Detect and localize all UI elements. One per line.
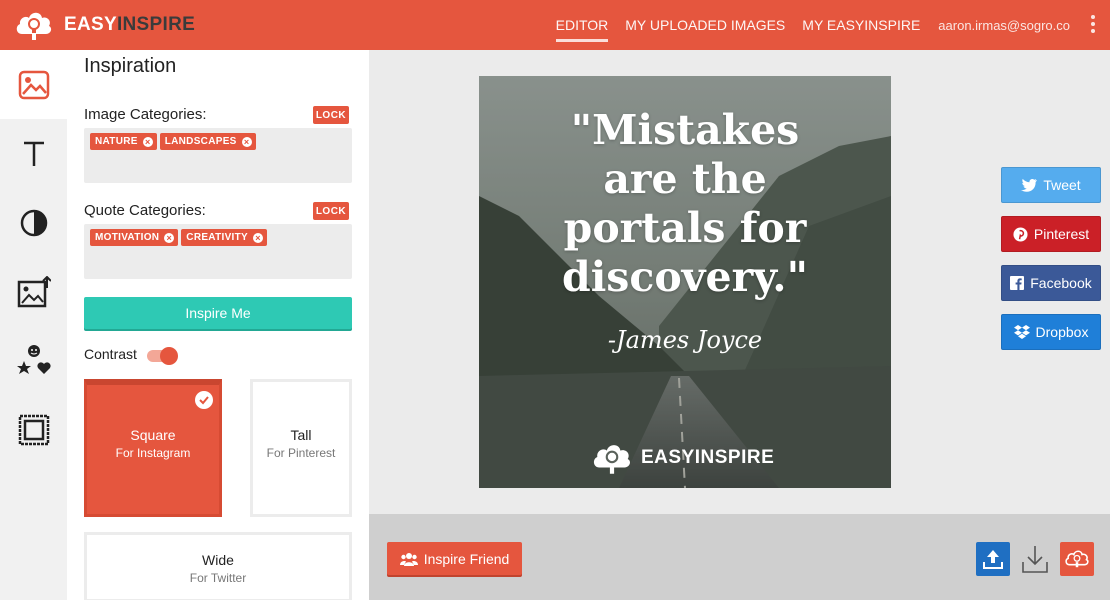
top-header: EASYINSPIRE EDITOR MY UPLOADED IMAGES MY…: [0, 0, 1110, 50]
dropbox-button[interactable]: Dropbox: [1001, 314, 1101, 350]
image-categories-lock-button[interactable]: LOCK: [313, 106, 349, 124]
download-button[interactable]: [1018, 542, 1052, 576]
remove-tag-icon[interactable]: ×: [164, 232, 175, 243]
quote-line: portals for: [563, 204, 807, 252]
tag-label: CREATIVITY: [186, 232, 249, 243]
check-icon: [195, 391, 213, 409]
dropbox-icon: [1013, 325, 1030, 339]
group-users-icon: [399, 552, 418, 566]
twitter-bird-icon: [1021, 178, 1038, 192]
user-email[interactable]: aaron.irmas@sogro.co: [938, 18, 1070, 33]
pinterest-label: Pinterest: [1033, 226, 1090, 242]
tool-contrast[interactable]: [0, 188, 67, 257]
facebook-button[interactable]: Facebook: [1001, 265, 1101, 301]
inspire-me-button[interactable]: Inspire Me: [84, 297, 352, 329]
quote-categories-label: Quote Categories:: [84, 202, 206, 219]
nav-my-easyinspire[interactable]: MY EASYINSPIRE: [802, 11, 920, 39]
save-to-easyinspire-button[interactable]: [1060, 542, 1094, 576]
size-tall-card[interactable]: Tall For Pinterest: [250, 379, 352, 517]
remove-tag-icon[interactable]: ×: [142, 136, 153, 147]
image-categories-input[interactable]: NATURE × LANDSCAPES ×: [84, 128, 352, 183]
watermark: EASYINSPIRE: [591, 438, 774, 478]
quote-line: "Mistakes: [570, 106, 800, 154]
remove-tag-icon[interactable]: ×: [253, 232, 264, 243]
text-icon: [23, 141, 44, 166]
tag-nature: NATURE ×: [90, 133, 157, 150]
quote-line: discovery.": [562, 253, 808, 301]
logo-text-bold: EASY: [64, 14, 117, 35]
bottom-toolbar: Inspire Friend: [369, 514, 1110, 600]
tag-label: MOTIVATION: [95, 232, 160, 243]
main-nav: EDITOR MY UPLOADED IMAGES MY EASYINSPIRE…: [539, 0, 1070, 50]
size-sub: For Twitter: [189, 571, 247, 585]
quote-categories-lock-button[interactable]: LOCK: [313, 202, 349, 220]
tool-upload-image[interactable]: [0, 257, 67, 326]
panel-title: Inspiration: [84, 55, 177, 77]
quote-categories-input[interactable]: MOTIVATION × CREATIVITY ×: [84, 224, 352, 279]
inspire-friend-button[interactable]: Inspire Friend: [387, 542, 522, 575]
size-sub: For Pinterest: [266, 446, 336, 460]
upload-button[interactable]: [976, 542, 1010, 576]
tag-label: NATURE: [95, 136, 138, 147]
stickers-icon: [16, 344, 51, 374]
tool-image[interactable]: [0, 50, 67, 119]
tag-label: LANDSCAPES: [164, 136, 237, 147]
tool-sidebar: [0, 50, 67, 600]
pinterest-icon: [1013, 226, 1028, 242]
dropbox-label: Dropbox: [1035, 324, 1089, 340]
quote-preview-image[interactable]: "Mistakes are the portals for discovery.…: [479, 76, 891, 488]
quote-line: are the: [603, 155, 767, 203]
size-name: Wide: [202, 552, 234, 568]
inspire-friend-label: Inspire Friend: [423, 550, 510, 567]
facebook-label: Facebook: [1030, 275, 1092, 291]
logo-text: EASYINSPIRE: [64, 14, 195, 36]
watermark-text: EASYINSPIRE: [641, 447, 775, 468]
cloud-bulb-icon: [1065, 550, 1089, 568]
remove-tag-icon[interactable]: ×: [241, 136, 252, 147]
nav-editor[interactable]: EDITOR: [555, 11, 608, 42]
size-square-card[interactable]: Square For Instagram: [84, 379, 222, 517]
tweet-label: Tweet: [1043, 177, 1081, 193]
quote-text: "Mistakes are the portals for discovery.…: [479, 106, 891, 302]
tool-text[interactable]: [0, 119, 67, 188]
contrast-label: Contrast: [84, 346, 137, 362]
canvas-area: "Mistakes are the portals for discovery.…: [369, 50, 1110, 514]
size-name: Tall: [290, 427, 312, 443]
upload-icon: [983, 550, 1003, 569]
tag-creativity: CREATIVITY ×: [181, 229, 268, 246]
size-name: Square: [130, 427, 176, 443]
inspiration-panel: Inspiration Image Categories: LOCK NATUR…: [67, 50, 369, 600]
pinterest-button[interactable]: Pinterest: [1001, 216, 1101, 252]
tool-frame[interactable]: [0, 395, 67, 464]
upload-image-icon: [17, 275, 51, 307]
quote-author: -James Joyce: [607, 326, 763, 354]
logo[interactable]: EASYINSPIRE: [14, 6, 195, 44]
tag-motivation: MOTIVATION ×: [90, 229, 179, 246]
logo-text-rest: INSPIRE: [116, 14, 196, 35]
more-menu-icon[interactable]: [1090, 15, 1096, 35]
nav-my-uploaded-images[interactable]: MY UPLOADED IMAGES: [625, 11, 785, 39]
image-categories-label: Image Categories:: [84, 106, 207, 123]
contrast-toggle[interactable]: [147, 347, 178, 365]
size-wide-card[interactable]: Wide For Twitter: [84, 532, 352, 600]
size-sub: For Instagram: [115, 446, 191, 460]
tag-landscapes: LANDSCAPES ×: [159, 133, 256, 150]
contrast-icon: [20, 209, 47, 236]
tool-stickers[interactable]: [0, 326, 67, 395]
cloud-bulb-logo-icon: [16, 12, 52, 40]
download-icon: [1022, 546, 1048, 573]
facebook-icon: [1010, 276, 1025, 290]
tweet-button[interactable]: Tweet: [1001, 167, 1101, 203]
cloud-bulb-logo-icon: [593, 445, 630, 474]
frame-icon: [18, 414, 49, 445]
image-icon: [18, 70, 49, 99]
